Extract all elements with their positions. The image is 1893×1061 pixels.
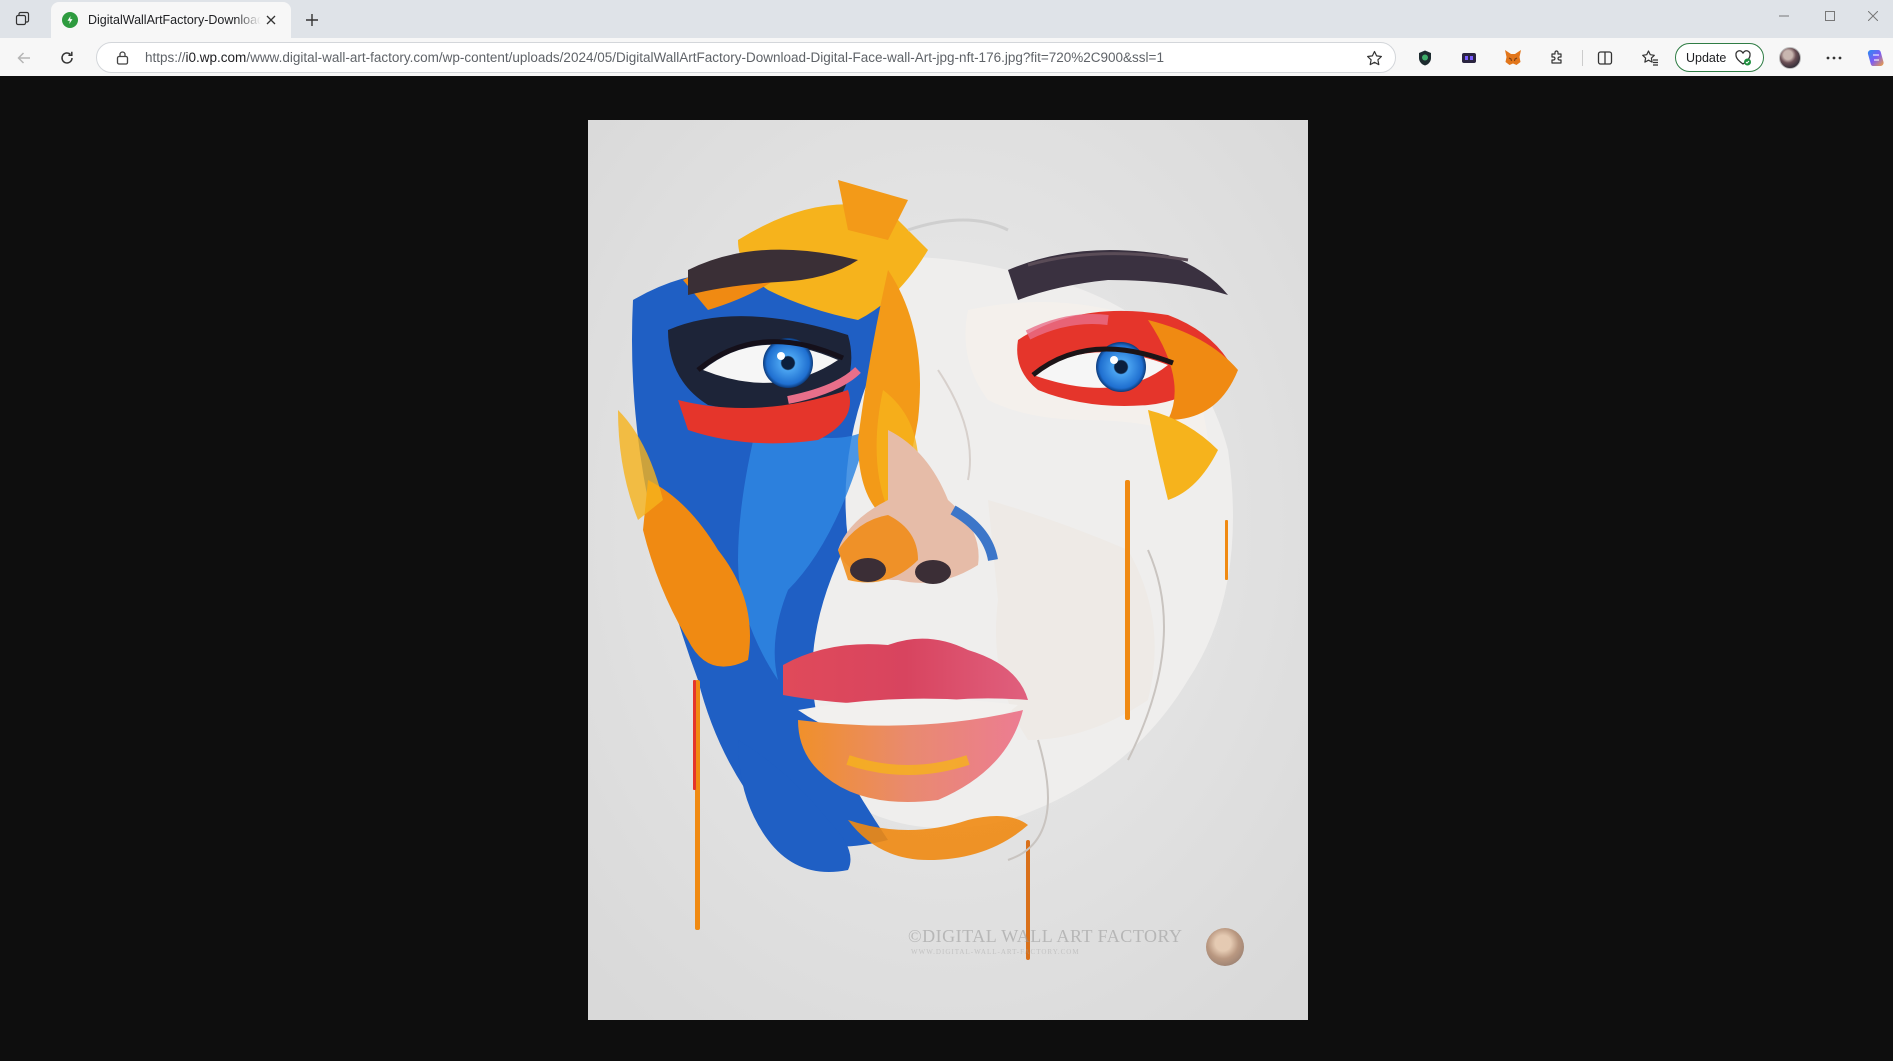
star-icon <box>1366 50 1382 65</box>
toolbar-divider <box>1582 50 1583 66</box>
gamepad-extension-icon <box>1462 53 1476 63</box>
title-bar: DigitalWallArtFactory-Download-Digital-F… <box>0 0 1893 38</box>
favorites-icon <box>1642 50 1658 66</box>
shield-extension-icon <box>1419 50 1431 66</box>
tab-actions-button[interactable] <box>10 7 34 31</box>
maximize-button[interactable] <box>1807 0 1853 32</box>
site-favicon <box>62 12 78 28</box>
close-icon <box>266 15 276 25</box>
update-label: Update <box>1686 50 1727 65</box>
back-button[interactable] <box>10 44 38 72</box>
minimize-icon <box>1779 15 1789 17</box>
address-bar[interactable]: https://i0.wp.com/www.digital-wall-art-f… <box>96 42 1396 73</box>
update-heart-icon <box>1734 49 1752 67</box>
close-window-button[interactable] <box>1853 0 1893 32</box>
split-screen-icon <box>1597 51 1613 65</box>
image-watermark-url: WWW.DIGITAL-WALL-ART-FACTORY.COM <box>911 948 1080 956</box>
url-host: i0.wp.com <box>185 50 247 65</box>
displayed-image[interactable]: ©DIGITAL WALL ART FACTORY WWW.DIGITAL-WA… <box>588 120 1308 1020</box>
fox-extension-icon <box>1505 50 1521 65</box>
minimize-button[interactable] <box>1761 0 1807 32</box>
copilot-button[interactable] <box>1862 44 1890 72</box>
url-scheme: https:// <box>145 50 186 65</box>
favorites-button[interactable] <box>1636 44 1664 72</box>
update-button[interactable]: Update <box>1675 43 1764 72</box>
extensions-button[interactable] <box>1543 44 1571 72</box>
refresh-icon <box>61 51 73 64</box>
lock-icon[interactable] <box>114 50 130 66</box>
extension-metamask-button[interactable] <box>1499 44 1527 72</box>
favorite-star-button[interactable] <box>1365 49 1383 67</box>
profile-avatar[interactable] <box>1779 47 1801 69</box>
extension-game-button[interactable] <box>1455 44 1483 72</box>
tab-title: DigitalWallArtFactory-Download-Digital-F… <box>88 13 262 27</box>
browser-toolbar: https://i0.wp.com/www.digital-wall-art-f… <box>0 38 1893 76</box>
refresh-button[interactable] <box>53 44 81 72</box>
close-window-icon <box>1868 11 1878 21</box>
back-arrow-icon <box>17 52 30 64</box>
puzzle-icon <box>1551 50 1562 64</box>
plus-icon <box>306 14 318 26</box>
url-text[interactable]: https://i0.wp.com/www.digital-wall-art-f… <box>145 50 1345 65</box>
more-dots-icon <box>1826 56 1842 60</box>
tab-active[interactable]: DigitalWallArtFactory-Download-Digital-F… <box>51 2 291 38</box>
split-screen-button[interactable] <box>1591 44 1619 72</box>
url-path: /www.digital-wall-art-factory.com/wp-con… <box>246 50 1164 65</box>
watermark-seal <box>1206 928 1244 966</box>
image-watermark: ©DIGITAL WALL ART FACTORY <box>908 926 1183 946</box>
maximize-icon <box>1825 11 1835 21</box>
workspaces-icon <box>15 11 30 26</box>
new-tab-button[interactable] <box>299 7 325 33</box>
copilot-icon <box>1867 50 1884 66</box>
tab-close-button[interactable] <box>261 10 281 30</box>
settings-more-button[interactable] <box>1820 44 1848 72</box>
extension-shield-button[interactable] <box>1411 44 1439 72</box>
painted-face-artwork <box>588 120 1308 1020</box>
page-viewport: ©DIGITAL WALL ART FACTORY WWW.DIGITAL-WA… <box>0 76 1893 1061</box>
